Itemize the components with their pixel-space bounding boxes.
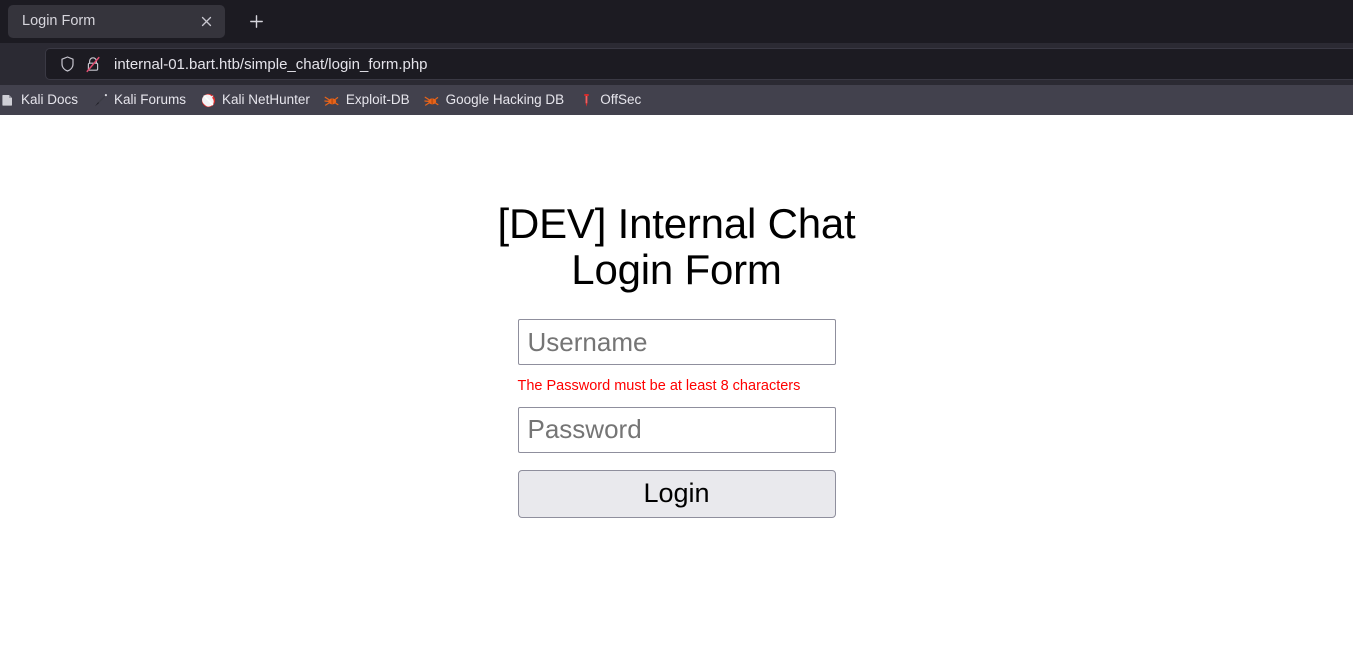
bookmark-kali-forums[interactable]: Kali Forums <box>85 88 193 112</box>
browser-window: Login Form internal-01.bart.htb/simple_c… <box>0 0 1353 667</box>
login-form: The Password must be at least 8 characte… <box>517 319 836 518</box>
kali-nethunter-icon <box>200 92 216 108</box>
shield-icon[interactable] <box>56 53 78 75</box>
page-title: [DEV] Internal Chat Login Form <box>497 200 856 294</box>
bookmark-label: Exploit-DB <box>345 92 410 108</box>
url-text: internal-01.bart.htb/simple_chat/login_f… <box>114 56 428 72</box>
navigation-bar: internal-01.bart.htb/simple_chat/login_f… <box>0 43 1353 85</box>
bookmark-label: OffSec <box>600 92 642 108</box>
lock-crossed-icon[interactable] <box>82 53 104 75</box>
bookmark-label: Kali Forums <box>114 92 187 108</box>
bookmark-label: Google Hacking DB <box>445 92 565 108</box>
tab-strip: Login Form <box>0 0 1353 43</box>
page-content: [DEV] Internal Chat Login Form The Passw… <box>0 115 1353 667</box>
bookmarks-bar: Kali Docs Kali Forums Kali NetHunter Exp… <box>0 85 1353 115</box>
bookmark-exploit-db[interactable]: Exploit-DB <box>317 88 417 112</box>
kali-docs-icon <box>0 92 15 108</box>
error-message: The Password must be at least 8 characte… <box>517 378 801 395</box>
google-hacking-db-icon <box>424 92 440 108</box>
bookmark-label: Kali Docs <box>21 92 79 108</box>
close-icon[interactable] <box>195 11 217 33</box>
tab-login-form[interactable]: Login Form <box>8 5 225 38</box>
bookmark-google-hacking-db[interactable]: Google Hacking DB <box>417 88 572 112</box>
new-tab-button[interactable] <box>241 7 271 37</box>
bookmark-label: Kali NetHunter <box>222 92 310 108</box>
bookmark-kali-nethunter[interactable]: Kali NetHunter <box>193 88 317 112</box>
bookmark-kali-docs[interactable]: Kali Docs <box>0 88 85 112</box>
offsec-icon <box>578 92 594 108</box>
plus-icon <box>249 14 264 29</box>
tab-title: Login Form <box>22 14 96 29</box>
username-input[interactable] <box>517 319 836 366</box>
password-input[interactable] <box>517 406 836 453</box>
bookmark-offsec[interactable]: OffSec <box>571 88 648 112</box>
kali-forums-icon <box>92 92 108 108</box>
exploit-db-icon <box>324 92 340 108</box>
login-page: [DEV] Internal Chat Login Form The Passw… <box>0 115 1353 518</box>
url-bar[interactable]: internal-01.bart.htb/simple_chat/login_f… <box>45 48 1353 80</box>
login-button[interactable]: Login <box>517 469 836 518</box>
